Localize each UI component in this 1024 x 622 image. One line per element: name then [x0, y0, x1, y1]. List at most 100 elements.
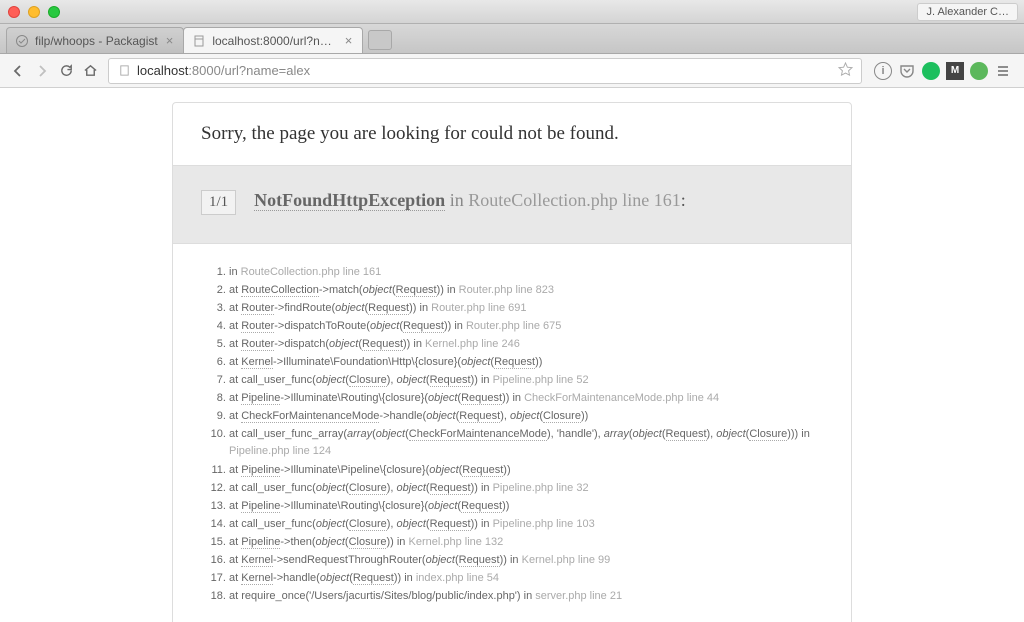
trace-at: in: [229, 266, 241, 278]
address-bar[interactable]: localhost:8000/url?name=alex: [108, 58, 862, 84]
url-path: /url?name=alex: [221, 63, 310, 78]
forward-button[interactable]: [32, 61, 52, 81]
trace-object: object: [426, 410, 455, 422]
extension-green-icon[interactable]: [922, 62, 940, 80]
trace-text: )): [502, 500, 509, 512]
trace-text: ),: [387, 374, 397, 386]
trace-file: RouteCollection.php line 161: [241, 266, 382, 278]
browser-menu-icon[interactable]: [994, 62, 1012, 80]
trace-class: Closure: [349, 374, 387, 387]
trace-at: at: [229, 320, 241, 332]
trace-object: object: [316, 482, 345, 494]
trace-class: Pipeline: [241, 464, 280, 477]
trace-row: at Pipeline->then(object(Closure)) in Ke…: [229, 534, 823, 551]
trace-class: Request: [459, 410, 500, 423]
trace-object: object: [316, 536, 345, 548]
trace-at: at: [229, 284, 241, 296]
trace-file: Pipeline.php line 103: [493, 518, 595, 530]
extension-info-icon[interactable]: i: [874, 62, 892, 80]
trace-class: Request: [368, 302, 409, 315]
trace-class: Request: [462, 464, 503, 477]
trace-object: object: [376, 428, 405, 440]
trace-row: in RouteCollection.php line 161: [229, 264, 823, 281]
trace-text: ->Illuminate\Routing\{closure}(: [280, 392, 428, 404]
extension-m-icon[interactable]: M: [946, 62, 964, 80]
trace-text: )): [503, 464, 510, 476]
trace-class: Request: [403, 320, 444, 333]
trace-at: at: [229, 392, 241, 404]
trace-class: Request: [430, 374, 471, 387]
exception-in: in: [445, 190, 468, 210]
trace-text: ), 'handle'),: [547, 428, 604, 440]
trace-file: Router.php line 691: [431, 302, 526, 314]
favicon-icon: [192, 34, 206, 48]
exception-count: 1/1: [201, 190, 236, 215]
tab-close-icon[interactable]: ×: [345, 33, 353, 48]
trace-row: at Router->dispatchToRoute(object(Reques…: [229, 318, 823, 335]
trace-file: Kernel.php line 246: [425, 338, 520, 350]
url-port: :8000: [188, 63, 221, 78]
window-maximize-button[interactable]: [48, 6, 60, 18]
trace-file: Pipeline.php line 52: [493, 374, 589, 386]
trace-object: object: [428, 392, 457, 404]
exception-class: NotFoundHttpException: [254, 190, 445, 211]
extension-grammarly-icon[interactable]: [970, 62, 988, 80]
trace-text: )) in: [471, 482, 493, 494]
profile-button[interactable]: J. Alexander C…: [917, 3, 1018, 21]
trace-object: object: [320, 572, 349, 584]
trace-class: Request: [430, 482, 471, 495]
exception-block: 1/1 NotFoundHttpException in RouteCollec…: [172, 166, 852, 244]
trace-class: Pipeline: [241, 536, 280, 549]
trace-object: object: [716, 428, 745, 440]
browser-tab[interactable]: filp/whoops - Packagist ×: [6, 27, 184, 53]
browser-toolbar: localhost:8000/url?name=alex i M: [0, 54, 1024, 88]
trace-class: Router: [241, 302, 274, 315]
trace-row: at RouteCollection->match(object(Request…: [229, 282, 823, 299]
trace-file: index.php line 54: [416, 572, 499, 584]
trace-file: CheckForMaintenanceMode.php line 44: [524, 392, 719, 404]
trace-at: at: [229, 374, 241, 386]
window-minimize-button[interactable]: [28, 6, 40, 18]
trace-object: object: [335, 302, 364, 314]
trace-text: )) in: [437, 284, 459, 296]
trace-row: at Pipeline->Illuminate\Pipeline\{closur…: [229, 462, 823, 479]
trace-object: object: [510, 410, 539, 422]
trace-at: at: [229, 536, 241, 548]
trace-text: )) in: [444, 320, 466, 332]
trace-text: )) in: [403, 338, 425, 350]
stacktrace-block: in RouteCollection.php line 161at RouteC…: [172, 244, 852, 622]
extension-pocket-icon[interactable]: [898, 62, 916, 80]
trace-object: array: [604, 428, 629, 440]
trace-class: Request: [430, 518, 471, 531]
trace-class: Closure: [543, 410, 581, 423]
trace-text: ->findRoute(: [274, 302, 335, 314]
home-button[interactable]: [80, 61, 100, 81]
trace-object: object: [429, 464, 458, 476]
bookmark-star-icon[interactable]: [838, 62, 853, 80]
nav-buttons: [8, 61, 100, 81]
window-titlebar: J. Alexander C…: [0, 0, 1024, 24]
trace-object: object: [370, 320, 399, 332]
trace-text: ),: [387, 482, 397, 494]
window-close-button[interactable]: [8, 6, 20, 18]
browser-tab-active[interactable]: localhost:8000/url?name= ×: [183, 27, 363, 53]
back-button[interactable]: [8, 61, 28, 81]
trace-class: Request: [396, 284, 437, 297]
site-info-icon[interactable]: [117, 64, 131, 78]
trace-class: Kernel: [241, 356, 273, 369]
trace-text: call_user_func(: [241, 518, 316, 530]
trace-object: object: [397, 482, 426, 494]
trace-text: )) in: [471, 518, 493, 530]
extension-icons: i M: [870, 62, 1016, 80]
trace-class: Closure: [349, 518, 387, 531]
tab-close-icon[interactable]: ×: [166, 33, 174, 48]
new-tab-button[interactable]: [368, 30, 392, 50]
trace-text: )) in: [394, 572, 416, 584]
trace-file: server.php line 21: [535, 590, 622, 602]
trace-class: Request: [461, 500, 502, 513]
reload-button[interactable]: [56, 61, 76, 81]
trace-file: Router.php line 823: [459, 284, 554, 296]
trace-file: Pipeline.php line 124: [229, 445, 331, 457]
trace-at: at: [229, 554, 241, 566]
trace-class: Request: [494, 356, 535, 369]
